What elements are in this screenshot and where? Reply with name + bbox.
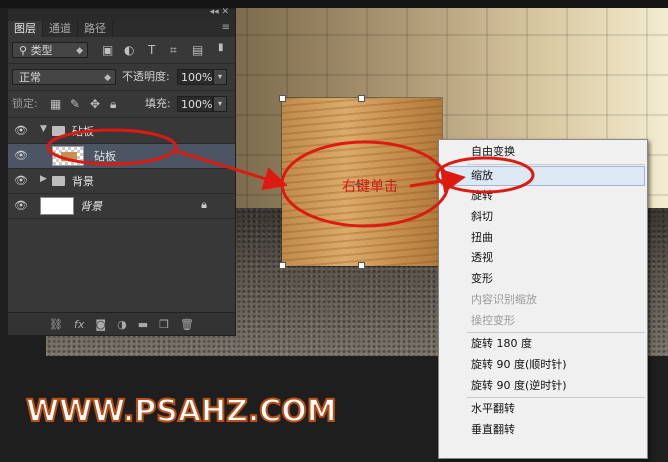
watermark-text: WWW.PSAHZ.COM	[25, 393, 338, 430]
arrow-to-canvas	[175, 149, 288, 191]
arrow-to-menu	[409, 168, 466, 193]
menu-highlight-ellipse	[435, 156, 535, 194]
layer-highlight-ellipse	[46, 128, 178, 166]
annotation-overlay	[46, 128, 535, 228]
annotation-text: 右键单击	[342, 179, 398, 195]
